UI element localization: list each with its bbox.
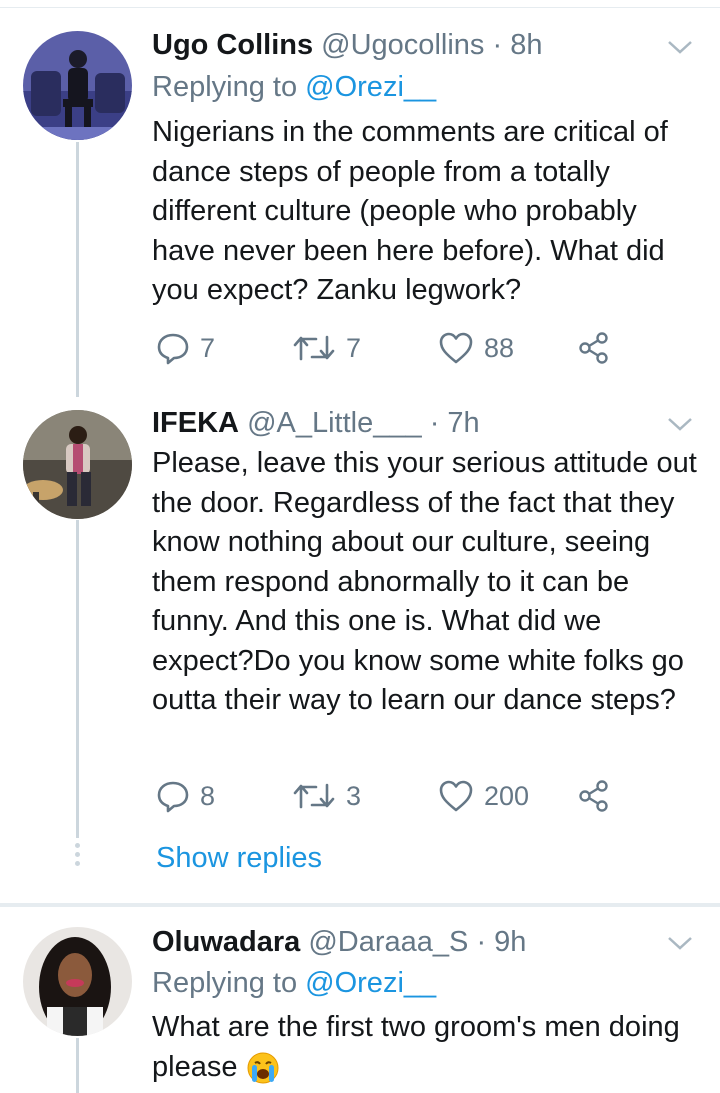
thread-divider	[0, 903, 720, 907]
separator: ·	[492, 29, 503, 61]
like-button[interactable]: 200	[438, 776, 529, 816]
tweet-header: Ugo Collins @Ugocollins · 8h	[152, 27, 542, 63]
reply-button[interactable]: 7	[156, 328, 215, 368]
retweet-button[interactable]: 3	[292, 776, 361, 816]
reply-count: 8	[200, 780, 216, 811]
heart-icon	[439, 780, 473, 812]
tweet-text: Nigerians in the comments are critical o…	[152, 116, 668, 306]
tweet-oluwadara[interactable]: Oluwadara @Daraaa_S · 9h Replying to @Or…	[0, 910, 720, 1093]
display-name[interactable]: Oluwadara	[152, 926, 300, 958]
timestamp[interactable]: 7h	[447, 407, 479, 439]
display-name[interactable]: IFEKA	[152, 407, 239, 439]
tweet-text-container: What are the first two groom's men doing…	[152, 1008, 704, 1087]
like-count: 200	[484, 780, 530, 811]
retweet-button[interactable]: 7	[292, 328, 361, 368]
tweet-actions: 8 3 200	[152, 776, 622, 816]
chevron-down-icon[interactable]	[666, 934, 694, 952]
chevron-down-icon[interactable]	[666, 38, 694, 56]
user-handle[interactable]: @Daraaa_S	[308, 926, 468, 958]
replying-to: Replying to @Orezi__	[152, 69, 436, 105]
like-button[interactable]: 88	[438, 328, 514, 368]
show-replies-link[interactable]: Show replies	[156, 840, 322, 876]
replying-prefix: Replying to	[152, 967, 298, 999]
share-button[interactable]	[578, 328, 610, 368]
like-count: 88	[484, 332, 515, 363]
avatar[interactable]	[23, 31, 132, 140]
timestamp[interactable]: 9h	[494, 926, 526, 958]
separator: ·	[429, 407, 440, 439]
heart-icon	[439, 332, 473, 364]
chevron-down-icon[interactable]	[666, 415, 694, 433]
retweet-icon	[293, 783, 335, 809]
share-icon	[579, 780, 608, 812]
tweet-ifeka[interactable]: IFEKA @A_Little___ · 7h Please, leave th…	[0, 400, 720, 900]
replying-mention[interactable]: @Orezi__	[305, 71, 436, 103]
tweet-header: IFEKA @A_Little___ · 7h	[152, 405, 480, 441]
user-handle[interactable]: @Ugocollins	[321, 29, 484, 61]
separator: ·	[476, 926, 487, 958]
replying-mention[interactable]: @Orezi__	[305, 967, 436, 999]
share-icon	[579, 332, 608, 364]
loudly-crying-face-emoji	[247, 1052, 279, 1084]
retweet-icon	[293, 335, 335, 361]
tweet-text: What are the first two groom's men doing…	[152, 1011, 680, 1083]
timestamp[interactable]: 8h	[510, 29, 542, 61]
display-name[interactable]: Ugo Collins	[152, 29, 313, 61]
reply-count: 7	[200, 332, 216, 363]
reply-icon	[157, 333, 189, 365]
tweet-header: Oluwadara @Daraaa_S · 9h	[152, 924, 526, 960]
avatar[interactable]	[23, 927, 132, 1036]
tweet-ugo-collins[interactable]: Ugo Collins @Ugocollins · 8h Replying to…	[0, 0, 720, 400]
reply-icon	[157, 781, 189, 813]
tweet-text: Please, leave this your serious attitude…	[152, 447, 697, 716]
replying-prefix: Replying to	[152, 71, 298, 103]
retweet-count: 7	[346, 332, 362, 363]
avatar[interactable]	[23, 410, 132, 519]
retweet-count: 3	[346, 780, 362, 811]
replying-to: Replying to @Orezi__	[152, 965, 436, 1001]
tweet-actions: 7 7 88	[152, 328, 622, 368]
share-button[interactable]	[578, 776, 610, 816]
reply-button[interactable]: 8	[156, 776, 215, 816]
user-handle[interactable]: @A_Little___	[247, 407, 422, 439]
